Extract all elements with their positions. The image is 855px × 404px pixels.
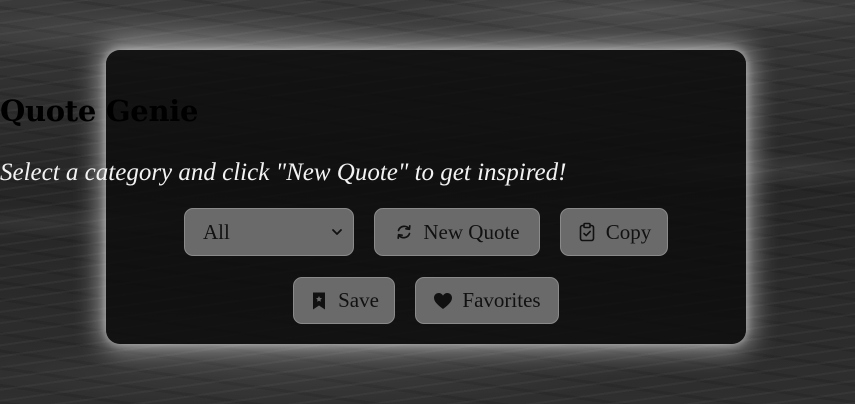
chevron-down-icon [331, 226, 343, 238]
refresh-icon [394, 222, 414, 242]
heart-icon [433, 291, 453, 311]
copy-label: Copy [605, 219, 652, 244]
bookmark-icon [309, 291, 329, 311]
save-label: Save [338, 288, 379, 312]
favorites-label: Favorites [462, 288, 541, 312]
category-select-value: All [203, 219, 230, 244]
category-select[interactable]: All [184, 208, 354, 256]
save-button[interactable]: Save [293, 277, 395, 324]
instruction-text: Select a category and click "New Quote" … [0, 159, 567, 186]
favorites-button[interactable]: Favorites [415, 277, 559, 324]
copy-button[interactable]: Copy [560, 208, 668, 256]
new-quote-label: New Quote [423, 219, 520, 244]
clipboard-check-icon [577, 222, 597, 242]
new-quote-button[interactable]: New Quote [374, 208, 540, 256]
app-title: Quote Genie [0, 94, 199, 128]
